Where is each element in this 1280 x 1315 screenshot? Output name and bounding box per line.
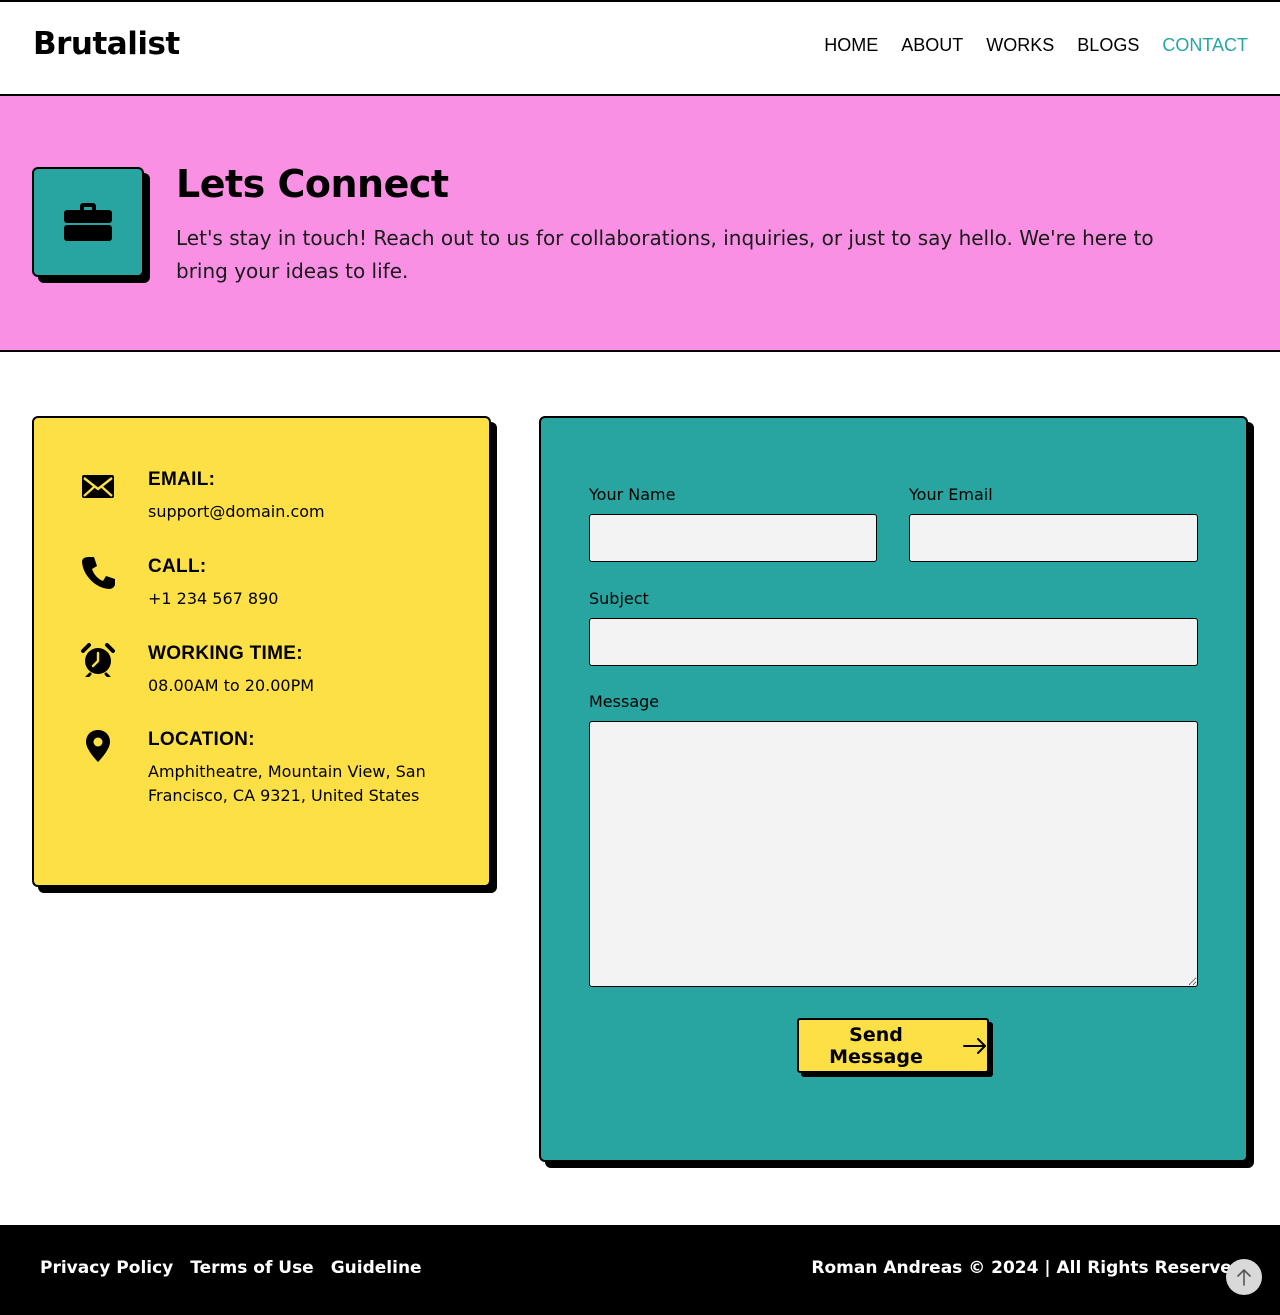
message-textarea[interactable] bbox=[589, 721, 1198, 987]
arrow-up-icon bbox=[1237, 1269, 1251, 1286]
footer-link-guideline[interactable]: Guideline bbox=[331, 1258, 422, 1278]
message-label: Message bbox=[589, 692, 660, 711]
email-input[interactable] bbox=[909, 514, 1198, 562]
info-call-label: CALL: bbox=[148, 556, 207, 577]
envelope-icon bbox=[82, 475, 114, 498]
info-working-time-value: 08.00AM to 20.00PM bbox=[148, 676, 315, 695]
send-message-button[interactable]: Send Message bbox=[797, 1018, 989, 1073]
footer-link-privacy[interactable]: Privacy Policy bbox=[40, 1258, 173, 1278]
name-label: Your Name bbox=[589, 485, 676, 504]
hero-icon-box bbox=[32, 167, 144, 277]
map-pin-icon bbox=[86, 730, 110, 762]
briefcase-icon bbox=[64, 203, 112, 241]
site-footer: Privacy Policy Terms of Use Guideline Ro… bbox=[0, 1225, 1280, 1315]
nav-works[interactable]: WORKS bbox=[986, 35, 1054, 56]
site-logo[interactable]: Brutalist bbox=[33, 26, 180, 62]
info-location-value: Amphitheatre, Mountain View, San Francis… bbox=[148, 762, 426, 805]
nav-home[interactable]: HOME bbox=[824, 35, 878, 56]
nav-blogs[interactable]: BLOGS bbox=[1077, 35, 1139, 56]
phone-icon bbox=[82, 557, 115, 589]
contact-form: Your Name Your Email Subject Message Sen… bbox=[539, 416, 1248, 1162]
nav-contact[interactable]: CONTACT bbox=[1162, 35, 1248, 56]
info-location-label: LOCATION: bbox=[148, 729, 255, 750]
hero-description: Let's stay in touch! Reach out to us for… bbox=[176, 226, 1154, 283]
name-input[interactable] bbox=[589, 514, 877, 562]
send-message-label: Send Message bbox=[829, 1023, 923, 1068]
subject-label: Subject bbox=[589, 589, 649, 608]
contact-info-card: EMAIL: support@domain.com CALL: +1 234 5… bbox=[32, 416, 491, 887]
nav-about[interactable]: ABOUT bbox=[901, 35, 963, 56]
footer-link-terms[interactable]: Terms of Use bbox=[190, 1258, 313, 1278]
alarm-clock-icon bbox=[81, 643, 115, 677]
info-email-value[interactable]: support@domain.com bbox=[148, 500, 448, 524]
hero-banner: Lets Connect Let's stay in touch! Reach … bbox=[0, 96, 1280, 352]
arrow-right-icon bbox=[963, 1037, 986, 1054]
main-nav: HOME ABOUT WORKS BLOGS CONTACT bbox=[824, 35, 1248, 56]
footer-links: Privacy Policy Terms of Use Guideline bbox=[40, 1258, 422, 1278]
copyright-text: Roman Andreas © 2024 | All Rights Reserv… bbox=[811, 1258, 1244, 1278]
scroll-to-top-button[interactable] bbox=[1226, 1259, 1262, 1295]
page-title: Lets Connect bbox=[176, 162, 449, 206]
info-email-label: EMAIL: bbox=[148, 469, 216, 490]
info-working-time-label: WORKING TIME: bbox=[148, 643, 303, 664]
info-call-value[interactable]: +1 234 567 890 bbox=[148, 587, 448, 611]
site-header: Brutalist HOME ABOUT WORKS BLOGS CONTACT bbox=[0, 0, 1280, 96]
email-label: Your Email bbox=[909, 485, 993, 504]
subject-input[interactable] bbox=[589, 618, 1198, 666]
